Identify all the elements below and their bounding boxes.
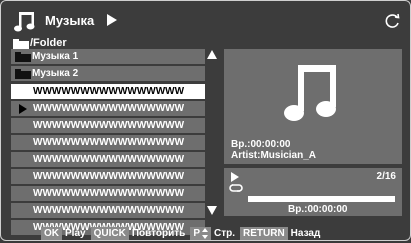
list-item-label: Музыка 2: [32, 68, 79, 79]
list-item[interactable]: Музыка 2: [11, 66, 205, 81]
list-item-label: WWWWWWWWWWWWWWWW: [33, 171, 185, 182]
music-browser-screen: Музыка /Folder Музыка 1 Музыка 2 WWWWWWW…: [0, 0, 411, 241]
list-item[interactable]: WWWWWWWWWWWWWWWW: [11, 152, 205, 167]
up-down-icon: [201, 228, 208, 240]
list-item-label: WWWWWWWWWWWWWWWW: [33, 120, 185, 131]
list-item[interactable]: WWWWWWWWWWWWWWWW: [11, 203, 205, 218]
list-item-selected[interactable]: WWWWWWWWWWWWWWWW: [11, 84, 205, 99]
quick-key[interactable]: QUICK: [90, 227, 129, 241]
path-label: /Folder: [30, 37, 67, 50]
list-item[interactable]: WWWWWWWWWWWWWWWW: [11, 118, 205, 133]
folder-icon: [15, 69, 31, 79]
app-title: Музыка: [45, 13, 95, 28]
ok-hint: Play: [65, 228, 86, 240]
p-hint: Стр.: [213, 228, 235, 240]
track-preview-panel: Вр.:00:00:00 Artist:Musician_A: [224, 49, 402, 164]
list-item-label: Музыка 1: [32, 51, 79, 62]
list-item-label: WWWWWWWWWWWWWWWW: [33, 86, 185, 97]
list-item-label: WWWWWWWWWWWWWWWW: [33, 137, 185, 148]
p-key-label: P: [193, 228, 200, 240]
list-item[interactable]: WWWWWWWWWWWWWWWW: [11, 186, 205, 201]
folder-icon: [13, 38, 29, 49]
play-icon: [107, 14, 117, 26]
playback-time: Вр.:00:00:00: [288, 204, 348, 215]
list-item-label: WWWWWWWWWWWWWWWW: [33, 205, 185, 216]
scroll-up-arrow-icon[interactable]: [207, 50, 217, 59]
playback-panel: 2/16 Вр.:00:00:00: [224, 168, 402, 216]
preview-artist: Artist:Musician_A: [231, 150, 317, 161]
music-note-icon: [14, 12, 35, 32]
list-item-label: WWWWWWWWWWWWWWWW: [33, 154, 185, 165]
folder-icon: [15, 52, 31, 62]
music-note-icon: [284, 65, 336, 121]
list-item[interactable]: WWWWWWWWWWWWWWWW: [11, 135, 205, 150]
ok-key[interactable]: OK: [41, 227, 62, 241]
refresh-icon[interactable]: [383, 12, 401, 30]
list-item[interactable]: Музыка 1: [11, 49, 205, 64]
list-item[interactable]: WWWWWWWWWWWWWWWW: [11, 169, 205, 184]
quick-hint: Повторить: [131, 228, 186, 240]
repeat-icon: [229, 184, 243, 192]
scroll-down-arrow-icon[interactable]: [207, 206, 217, 215]
list-item-playing[interactable]: WWWWWWWWWWWWWWWW: [11, 101, 205, 116]
return-key[interactable]: RETURN: [240, 227, 288, 241]
preview-time: Вр.:00:00:00: [231, 139, 291, 150]
play-icon: [231, 172, 239, 182]
header-bar: Музыка: [9, 9, 404, 33]
list-item-label: WWWWWWWWWWWWWWWW: [33, 188, 185, 199]
p-key[interactable]: P: [190, 227, 211, 241]
return-hint: Назад: [290, 228, 321, 240]
list-item-label: WWWWWWWWWWWWWWWW: [33, 103, 185, 114]
progress-bar[interactable]: [248, 196, 395, 202]
track-counter: 2/16: [376, 171, 396, 182]
key-guide: OK Play QUICK Повторить P Стр. RETURN Назад: [41, 225, 325, 241]
now-playing-icon: [19, 104, 27, 114]
